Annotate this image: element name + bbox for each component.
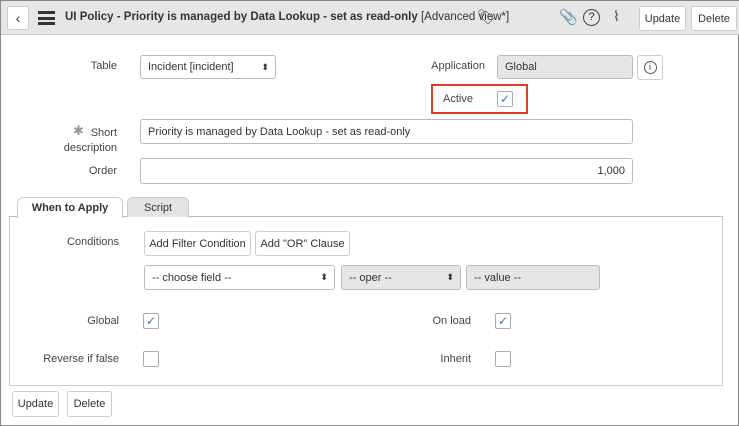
- footer-update-button[interactable]: Update: [12, 391, 59, 417]
- active-checkbox[interactable]: ✓: [497, 91, 513, 107]
- tag-icon[interactable]: 🏷: [477, 8, 496, 26]
- help-icon[interactable]: ?: [583, 9, 600, 26]
- tab-when-to-apply[interactable]: When to Apply: [17, 197, 123, 218]
- attachment-icon[interactable]: 📎: [559, 8, 578, 26]
- application-field: Global: [497, 55, 633, 79]
- order-value: 1,000: [597, 165, 625, 177]
- short-description-input[interactable]: Priority is managed by Data Lookup - set…: [140, 119, 633, 144]
- short-description-label: Short description: [63, 127, 117, 154]
- application-value: Global: [505, 61, 537, 73]
- update-button[interactable]: Update: [639, 6, 686, 31]
- value-field[interactable]: -- value --: [466, 265, 600, 290]
- back-button[interactable]: ‹: [7, 6, 29, 30]
- choose-field-select[interactable]: -- choose field --: [144, 265, 335, 290]
- inherit-checkbox[interactable]: [495, 351, 511, 367]
- page-title: UI Policy - Priority is managed by Data …: [65, 11, 509, 23]
- title-text: UI Policy - Priority is managed by Data …: [65, 11, 418, 23]
- add-or-clause-button[interactable]: Add "OR" Clause: [255, 231, 350, 256]
- menu-icon[interactable]: [38, 11, 55, 25]
- onload-checkbox[interactable]: ✓: [495, 313, 511, 329]
- conditions-label: Conditions: [67, 236, 119, 248]
- table-value: Incident [incident]: [148, 61, 234, 73]
- operator-select[interactable]: -- oper --: [341, 265, 461, 290]
- inherit-label: Inherit: [440, 353, 471, 365]
- operator-value: -- oper --: [349, 271, 392, 284]
- tab-script[interactable]: Script: [127, 197, 189, 217]
- table-select[interactable]: Incident [incident]: [140, 55, 276, 79]
- order-label: Order: [88, 165, 117, 177]
- info-icon: i: [643, 61, 657, 74]
- table-label: Table: [90, 60, 117, 72]
- short-description-value: Priority is managed by Data Lookup - set…: [148, 125, 411, 138]
- delete-button[interactable]: Delete: [691, 6, 737, 31]
- activity-icon[interactable]: ⌇: [613, 8, 620, 25]
- field-value: -- choose field --: [152, 271, 232, 284]
- order-input[interactable]: 1,000: [140, 158, 633, 184]
- info-button[interactable]: i: [637, 55, 663, 80]
- application-label: Application: [431, 60, 485, 72]
- global-label: Global: [87, 315, 119, 327]
- global-checkbox[interactable]: ✓: [143, 313, 159, 329]
- add-filter-condition-button[interactable]: Add Filter Condition: [144, 231, 251, 256]
- reverse-if-false-label: Reverse if false: [43, 353, 119, 365]
- value-text: -- value --: [474, 271, 522, 284]
- active-label: Active: [443, 93, 473, 105]
- onload-label: On load: [432, 315, 471, 327]
- reverse-if-false-checkbox[interactable]: [143, 351, 159, 367]
- footer-delete-button[interactable]: Delete: [67, 391, 112, 417]
- header-bar: ‹ UI Policy - Priority is managed by Dat…: [1, 1, 739, 35]
